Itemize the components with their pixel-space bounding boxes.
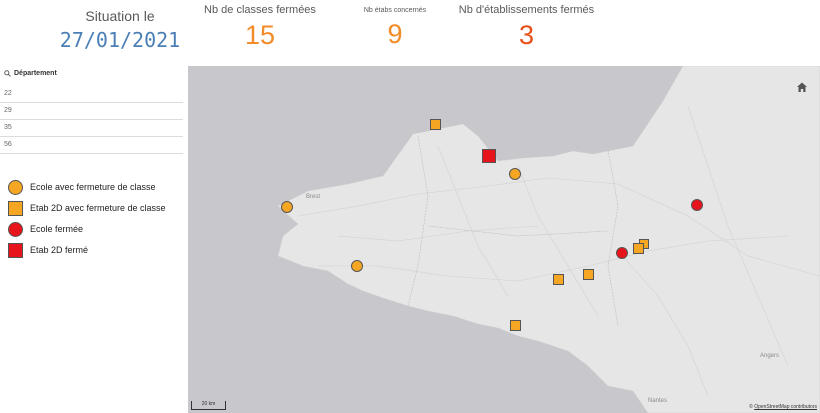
closed-classes-label: Nb de classes fermées — [204, 4, 316, 16]
city-label-nantes: Nantes — [648, 398, 668, 404]
legend-item-ecole-fermeture-classe: Ecole avec fermeture de classe — [6, 178, 166, 196]
filter-item-22[interactable]: 22 — [0, 86, 183, 103]
city-label-angers: Angers — [760, 353, 780, 359]
filter-item-29[interactable]: 29 — [0, 103, 183, 120]
legend-item-ecole-fermee: Ecole fermée — [6, 220, 166, 238]
red-circle-icon — [7, 221, 23, 237]
map-marker-etab-ferme[interactable] — [482, 149, 496, 163]
kpi-closed-classes: Nb de classes fermées 15 — [195, 4, 325, 51]
legend-label: Etab 2D avec fermeture de classe — [30, 203, 166, 213]
legend-label: Etab 2D fermé — [30, 245, 89, 255]
map-legend: Ecole avec fermeture de classe Etab 2D a… — [6, 178, 166, 262]
map-marker-ecole-fermeture-classe[interactable] — [281, 201, 293, 213]
filter-title: Département — [14, 69, 57, 77]
map-marker-ecole-fermeture-classe[interactable] — [351, 260, 363, 272]
map-scale: 20 km — [191, 401, 226, 410]
closed-etabs-value: 3 — [518, 20, 535, 50]
map-marker-ecole-fermee[interactable] — [616, 247, 628, 259]
legend-item-etab-ferme: Etab 2D fermé — [6, 241, 166, 259]
legend-label: Ecole fermée — [30, 224, 84, 234]
map-marker-etab-fermeture-classe[interactable] — [553, 274, 564, 285]
map-view[interactable]: Brest Angers Nantes 20 km © OpenStreetMa… — [188, 66, 820, 413]
orange-square-icon — [7, 200, 23, 216]
map-marker-ecole-fermee[interactable] — [691, 199, 703, 211]
legend-item-etab-fermeture-classe: Etab 2D avec fermeture de classe — [6, 199, 166, 217]
legend-label: Ecole avec fermeture de classe — [30, 182, 156, 192]
etabs-value: 9 — [387, 19, 403, 49]
home-icon[interactable] — [796, 81, 808, 93]
kpi-closed-etabs: Nb d'établissements fermés 3 — [455, 4, 598, 51]
map-attribution: © OpenStreetMap contributors — [749, 404, 817, 410]
map-marker-ecole-fermeture-classe[interactable] — [509, 168, 521, 180]
closed-etabs-label: Nb d'établissements fermés — [458, 4, 595, 16]
etabs-label: Nb étabs concernés — [363, 7, 427, 14]
map-background — [188, 66, 820, 413]
orange-circle-icon — [7, 179, 23, 195]
filter-item-56[interactable]: 56 — [0, 137, 183, 154]
red-square-icon — [7, 242, 23, 258]
departement-filter: Département 22 29 35 56 — [0, 66, 183, 154]
map-marker-etab-fermeture-classe[interactable] — [430, 119, 441, 130]
city-label-brest: Brest — [306, 194, 321, 200]
closed-classes-value: 15 — [244, 20, 276, 50]
kpi-etabs: Nb étabs concernés 9 — [340, 7, 450, 50]
date-value: 27/01/2021 — [59, 28, 181, 52]
kpi-date: Situation le 27/01/2021 — [20, 8, 220, 52]
date-label: Situation le — [85, 8, 155, 24]
filter-item-35[interactable]: 35 — [0, 120, 183, 137]
osm-link[interactable]: OpenStreetMap contributors — [754, 404, 817, 410]
filter-header[interactable]: Département — [0, 66, 183, 80]
map-marker-etab-fermeture-classe[interactable] — [633, 243, 644, 254]
map-marker-etab-fermeture-classe[interactable] — [510, 320, 521, 331]
map-marker-etab-fermeture-classe[interactable] — [583, 269, 594, 280]
search-icon — [4, 69, 11, 77]
